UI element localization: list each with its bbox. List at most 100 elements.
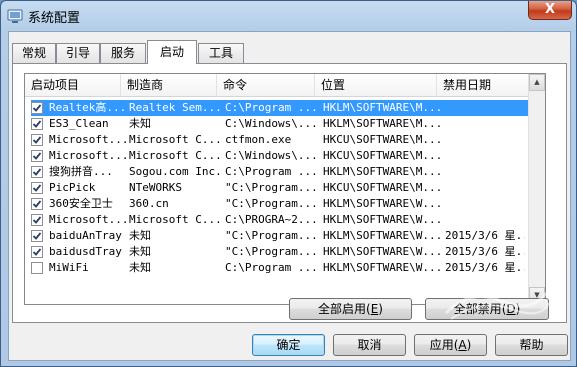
column-header-manufacturer[interactable]: 制造商 (121, 74, 217, 97)
checkmark-icon (32, 200, 42, 208)
table-row[interactable]: baiduAnTray 未知 "C:\Program... HKLM\SOFTWARE… (25, 228, 545, 244)
table-cell: C:\Windows\... (225, 149, 318, 162)
table-cell: HKLM\SOFTWARE\M... (323, 117, 443, 130)
table-cell: 2015/3/6 星... (445, 261, 525, 274)
table-cell: 未知 (129, 261, 151, 274)
checkmark-icon (32, 184, 42, 192)
scroll-up-arrow-icon[interactable]: ▲ (529, 74, 545, 91)
row-checkbox[interactable] (31, 134, 43, 146)
table-cell: 2015/3/6 星... (445, 245, 525, 258)
close-button[interactable]: X (528, 1, 572, 20)
vertical-scrollbar[interactable]: ▲ ▼ (528, 74, 545, 304)
help-button[interactable]: 帮助 (495, 334, 568, 356)
tab-startup[interactable]: 启动 (147, 40, 197, 64)
table-cell: "C:\Program... (225, 245, 318, 258)
table-cell (445, 100, 525, 116)
table-cell: baidusdTray (49, 245, 122, 258)
table-row[interactable]: 搜狗拼音... Sogou.com Inc. C:\Program ... HKLM\… (25, 164, 545, 180)
table-cell: 2015/3/6 星... (445, 229, 525, 242)
checkmark-icon (32, 232, 42, 240)
table-cell: MiWiFi (49, 261, 89, 274)
row-checkbox[interactable] (31, 150, 43, 162)
table-cell: HKCU\SOFTWARE\M... (323, 149, 443, 162)
tab-boot[interactable]: 引导 (56, 43, 100, 63)
table-cell: baiduAnTray (49, 229, 122, 242)
checkmark-icon (32, 168, 42, 176)
table-row[interactable]: Realtek高... Realtek Sem... C:\Program ... H… (31, 100, 539, 116)
checkmark-icon (32, 152, 42, 160)
apply-button[interactable]: 应用(A) (414, 334, 487, 356)
tab-services[interactable]: 服务 (100, 43, 146, 63)
tab-tools[interactable]: 工具 (198, 43, 244, 63)
table-cell: "C:\Program... (225, 181, 318, 194)
startup-list[interactable]: 启动项目 制造商 命令 位置 禁用日期 Realtek高... Realtek S… (24, 73, 546, 305)
table-cell: Microsoft C... (129, 133, 222, 146)
table-cell: PicPick (49, 181, 96, 194)
row-checkbox[interactable] (31, 214, 43, 226)
table-cell: C:\Windows\... (225, 117, 318, 130)
column-header-location[interactable]: 位置 (315, 74, 437, 97)
table-cell: NTeWORKS (129, 181, 182, 194)
row-checkbox[interactable] (31, 262, 43, 274)
checkmark-icon (32, 104, 42, 112)
table-cell: C:\Program ... (225, 165, 318, 178)
checkmark-icon (32, 136, 42, 144)
table-cell: Microsoft... (49, 149, 127, 162)
table-cell (445, 180, 525, 196)
row-checkbox[interactable] (31, 102, 43, 114)
table-cell: Sogou.com Inc. (129, 165, 222, 178)
table-cell: ES3_Clean (49, 117, 109, 130)
table-cell: HKLM\SOFTWARE\W... (323, 261, 443, 274)
table-cell: C:\Program ... (225, 261, 318, 274)
table-row[interactable]: Microsoft... Microsoft C... C:\PROGRA~2...… (25, 212, 545, 228)
column-header-command[interactable]: 命令 (217, 74, 315, 97)
column-header-disabled-date[interactable]: 禁用日期 (437, 74, 529, 97)
tab-general[interactable]: 常规 (12, 43, 56, 63)
row-checkbox[interactable] (31, 230, 43, 242)
row-checkbox[interactable] (31, 198, 43, 210)
table-cell: 360安全卫士 (49, 197, 113, 210)
table-row[interactable]: Microsoft... Microsoft C... ctfmon.exe HKCU… (25, 132, 545, 148)
column-header-startup-item[interactable]: 启动项目 (25, 74, 121, 97)
row-checkbox[interactable] (31, 182, 43, 194)
table-row[interactable]: MiWiFi 未知 C:\Program ... HKLM\SOFTWARE\W...… (25, 260, 545, 276)
cancel-button[interactable]: 取消 (333, 334, 406, 356)
table-cell: Realtek高... (49, 101, 127, 114)
table-cell (445, 164, 525, 180)
row-checkbox[interactable] (31, 246, 43, 258)
table-cell: HKCU\SOFTWARE\M... (323, 181, 443, 194)
title-bar[interactable]: 系统配置 X (1, 1, 576, 31)
enable-all-button[interactable]: 全部启用(E) (289, 298, 412, 320)
checkmark-icon (32, 120, 42, 128)
table-cell: 未知 (129, 117, 151, 130)
table-cell: Microsoft... (49, 213, 127, 226)
system-config-window: 系统配置 X 常规 引导 服务 启动 工具 启动项目 制造商 命令 位置 禁用日… (0, 0, 577, 367)
table-row[interactable]: ES3_Clean 未知 C:\Windows\... HKLM\SOFTWARE\M… (25, 116, 545, 132)
system-config-icon (7, 9, 23, 23)
row-checkbox[interactable] (31, 166, 43, 178)
row-checkbox[interactable] (31, 118, 43, 130)
table-cell (445, 212, 525, 228)
table-row[interactable]: 360安全卫士 360.cn "C:\Program... HKLM\SOFTWARE… (25, 196, 545, 212)
table-cell: HKLM\SOFTWARE\M... (323, 165, 443, 178)
checkmark-icon (32, 216, 42, 224)
table-cell: HKLM\SOFTWARE\W... (323, 229, 443, 242)
table-cell (445, 196, 525, 212)
apply-accelerator: A (458, 338, 467, 352)
table-cell: 未知 (129, 229, 151, 242)
table-cell: HKLM\SOFTWARE\W... (323, 245, 443, 258)
enable-all-label: 全部启用 (318, 302, 367, 316)
table-cell (445, 132, 525, 148)
table-cell: Microsoft... (49, 133, 127, 146)
table-row[interactable]: baidusdTray 未知 "C:\Program... HKLM\SOFTWARE… (25, 244, 545, 260)
table-row[interactable]: Microsoft... Microsoft C... C:\Windows\...… (25, 148, 545, 164)
table-cell (445, 116, 525, 132)
table-cell: HKLM\SOFTWARE\M... (323, 101, 443, 114)
ok-button[interactable]: 确定 (252, 334, 325, 356)
table-cell: 搜狗拼音... (49, 165, 113, 178)
window-title: 系统配置 (28, 11, 81, 26)
table-cell: 360.cn (129, 197, 169, 210)
table-row[interactable]: PicPick NTeWORKS "C:\Program... HKCU\SOFTWA… (25, 180, 545, 196)
table-cell: C:\PROGRA~2... (225, 213, 318, 226)
enable-all-accelerator: E (370, 302, 379, 316)
